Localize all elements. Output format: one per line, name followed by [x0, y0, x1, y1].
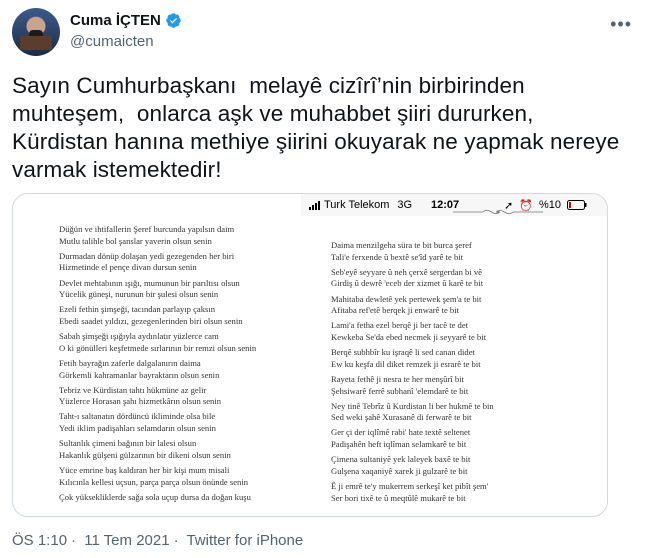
poem-turkish: Düğün ve ihtifallerin Şeref burcunda yap…	[59, 224, 309, 507]
footer-separator-1: ·	[71, 532, 77, 549]
poem-line: Ger çi der iqlîmê rabi' hate textê selte…	[331, 427, 471, 438]
stanza-gap	[331, 504, 571, 508]
poem-line: Sed weki şahê Xurasanê di ferwarê te bit	[331, 412, 472, 423]
avatar-desk	[20, 36, 52, 50]
more-options-icon[interactable]: •••	[610, 14, 632, 35]
poem-line: Sabah şimşeği ışığıyla aydınlatır yüzler…	[59, 331, 219, 342]
author-name[interactable]: Cuma İÇTEN	[70, 12, 161, 29]
poem-line: Ew ku keşfa dil diket remzek ji esrarê t…	[331, 358, 481, 369]
poem-line: Tebriz ve Kürdistan tahtı hükmüne az gel…	[59, 384, 207, 395]
poem-line: Gulşena xaqaniyê xarek ji gulzarê te bit	[331, 465, 468, 476]
author-name-row[interactable]: Cuma İÇTEN	[70, 12, 182, 29]
tweet-date[interactable]: 11 Tem 2021	[84, 532, 169, 549]
poem-line: Devlet mehtabının ışığı, mumunun bir par…	[59, 277, 240, 288]
poem-line: Çok yüksekliklerde sağa sola uçup dursa …	[59, 491, 251, 502]
poem-line: Tali'e ferxende û bextê se'îd yarê te bi…	[331, 251, 464, 262]
ornament-decoration	[453, 209, 543, 215]
poem-line: Ebedi saadet yıldızı, gezegenlerinden bi…	[59, 315, 243, 326]
verified-badge-icon	[166, 13, 181, 28]
status-carrier: Turk Telekom	[324, 199, 390, 211]
poem-kurdish: Daima menzilgeha süra te bit burca şeref…	[331, 240, 571, 508]
poem-line: Kewkeba Se'da ebed necmek ji seyyarê te …	[331, 331, 486, 342]
poem-line: Girdiş û dewrê 'eceb der xizmet û karê t…	[331, 278, 484, 289]
poem-line: Fetih bayrağın zaferle dalgalanırın daim…	[59, 357, 201, 368]
poem-line: Mutlu talihle bol şanslar yaverin olsun …	[59, 235, 212, 246]
poem-line: Düğün ve ihtifallerin Şeref burcunda yap…	[59, 224, 235, 234]
tweet-source[interactable]: Twitter for iPhone	[186, 532, 303, 549]
battery-icon	[567, 200, 587, 210]
poem-line: Seb'eyê seyyare û neh çerxê sergerdan bi…	[331, 266, 482, 277]
poem-line: Yüzlerce Horasan şahı hizmetkârın olsun …	[59, 396, 222, 407]
poem-line: Sultanlık çimeni bağının bir lalesi olsu…	[59, 438, 197, 449]
tweet-text: Sayın Cumhurbaşkanı melayê cizîrî’nin bi…	[12, 73, 626, 182]
tweet-footer: ÖS 1:10 · 11 Tem 2021 · Twitter for iPhone	[12, 532, 307, 549]
poem-line: Şehsiwarê ferrê subhanî 'elemdarê te bit	[331, 385, 469, 396]
poem-line: O ki gönülleri keşfetmede sırlarının bir…	[59, 342, 257, 353]
signal-strength-icon	[309, 200, 320, 210]
stanza-gap	[59, 503, 309, 507]
author-handle[interactable]: @cumaicten	[70, 33, 154, 50]
poem-line: Hakanlık gülşeni gülzarının bir dikeni o…	[59, 449, 231, 460]
poem-line: Ê ji emrê te'y mukerrem serkeşî ket pibî…	[331, 481, 489, 492]
poem-line: Daima menzilgeha süra te bit burca şeref	[331, 240, 472, 250]
poem-line: Padişahên heft iqlîman selamkarê te bit	[331, 439, 467, 450]
poem-line: Hizmetinde el pençe divan dursun senin	[59, 262, 197, 273]
poem-line: Mahitaba dewletê yek pertewek şem'a te b…	[331, 293, 482, 304]
poem-line: Durmadan dönüp dolaşan yedi gezegenden h…	[59, 250, 235, 261]
poem-line: Ney tinê Tebrîz û Kurdistan li ber hukmê…	[331, 400, 494, 411]
poem-line: Ezeli fethin şimşeği, tacından parlayıp …	[59, 304, 216, 315]
poem-line: Berqê subhbîr ku işraqê li sed canan did…	[331, 347, 475, 358]
poem-line: Taht-ı saltanatın dördüncü ikliminde ols…	[59, 411, 216, 422]
poem-line: Rayeta fethê ji nesra te her menşûrî bit	[331, 373, 464, 384]
footer-separator-2: ·	[173, 532, 179, 549]
status-network: 3G	[397, 199, 413, 211]
poem-line: Yedi iklim padişahları selamdarın olsun …	[59, 423, 216, 434]
tweet-time[interactable]: ÖS 1:10	[12, 532, 67, 549]
poem-line: Ser bori tixê te û meqtûlê mukarê te bit	[331, 492, 466, 503]
poem-line: Kılıcınla kellesi uçsun, parça parça ols…	[59, 476, 249, 487]
poem-line: Yüce emrine baş kaldıran her bir kişi mu…	[59, 465, 230, 476]
author-avatar[interactable]	[12, 8, 60, 56]
poem-line: Lami'a fetha ezel berqê ji ber tacê te d…	[331, 320, 469, 331]
poem-line: Çimena sultaniyê yek laleyek baxê te bit	[331, 454, 471, 465]
poem-line: Görkemli kahramanlar bayraktarın olsun s…	[59, 369, 220, 380]
poem-line: Afitaba ref'etê berqek ji enwarê te bit	[331, 305, 459, 316]
poem-line: Yücelik güneşi, nurunun bir şulesi olsun…	[59, 289, 219, 300]
tweet-media-image[interactable]: Turk Telekom 3G 12:07 ➚ ⏰ %10 Düğün ve i…	[12, 193, 608, 517]
